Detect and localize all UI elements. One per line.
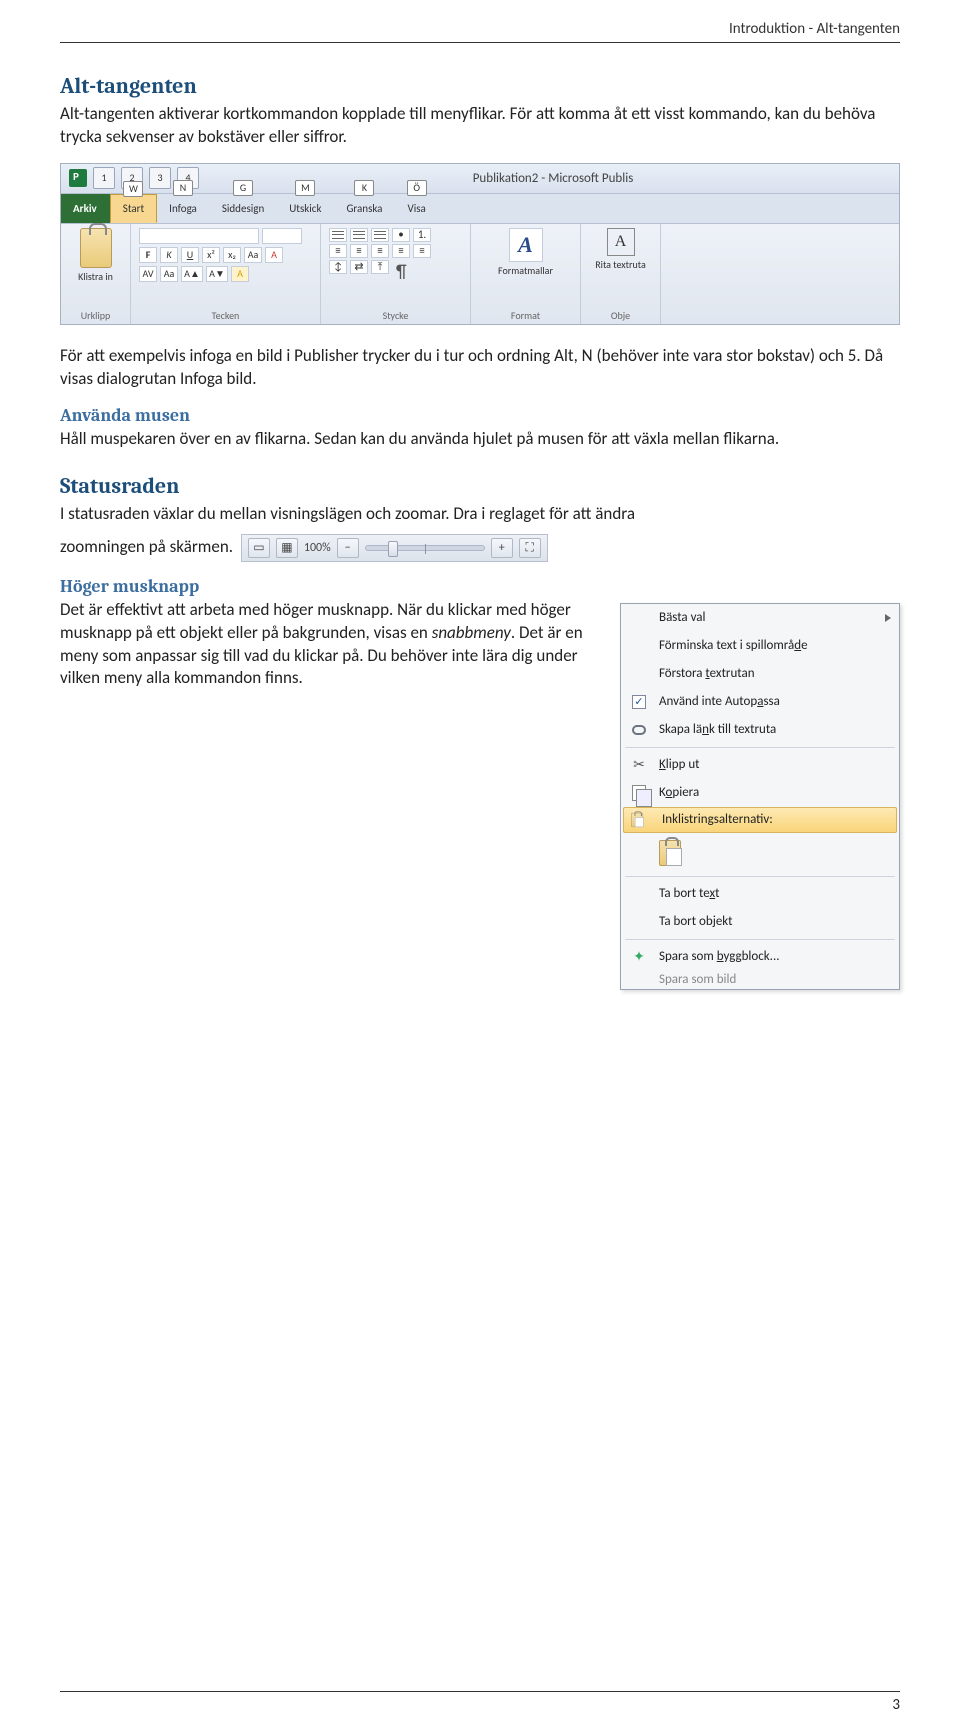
- group-objekt: A Rita textruta Obje: [581, 224, 661, 324]
- ctx-forstora: Förstora textrutan: [621, 660, 899, 688]
- ctx-spara-byggblock: ✦ Spara som byggblock...: [621, 943, 899, 971]
- view-single-icon: ▭: [248, 538, 270, 558]
- ctx-klipp-ut: ✂ Klipp ut: [621, 751, 899, 779]
- ctx-separator: [625, 876, 895, 877]
- page-header: Introduktion - Alt-tangenten: [60, 20, 900, 43]
- group-stycke: • 1. ≡≡≡≡≡ ↕⇄⤒ ¶ Stycke: [321, 224, 471, 324]
- para-hoger: Det är effektivt att arbeta med höger mu…: [60, 599, 602, 691]
- publisher-app-icon: [69, 169, 87, 187]
- zoom-level: 100%: [304, 540, 331, 556]
- paste-button: Klistra in: [69, 228, 122, 283]
- tab-infoga: NInfoga: [157, 194, 210, 223]
- ctx-paste-option: [621, 833, 899, 873]
- page-number: 3: [892, 1696, 900, 1714]
- para-alt-intro: Alt-tangenten aktiverar kortkommandon ko…: [60, 103, 900, 149]
- statusbar-screenshot: ▭ ▦ 100% − + ⛶: [241, 534, 548, 562]
- building-block-icon: ✦: [627, 948, 651, 965]
- zoom-out-button: −: [337, 538, 359, 558]
- context-menu-screenshot: Bästa val Förminska text i spillområde F…: [620, 603, 900, 990]
- ctx-separator: [625, 747, 895, 748]
- tab-arkiv: Arkiv: [61, 194, 110, 223]
- group-format: A Formatmallar Format: [471, 224, 581, 324]
- ctx-kopiera: Kopiera: [621, 779, 899, 807]
- ctx-forminska: Förminska text i spillområde: [621, 632, 899, 660]
- styles-icon: A: [509, 228, 543, 262]
- ribbon-tabs: Arkiv WStart NInfoga GSiddesign MUtskick…: [61, 194, 899, 224]
- ctx-separator: [625, 939, 895, 940]
- pilcrow-icon: ¶: [392, 260, 411, 282]
- page-footer: 3: [60, 1691, 900, 1714]
- scissors-icon: ✂: [627, 756, 651, 773]
- ctx-skapa-lank: Skapa länk till textruta: [621, 716, 899, 744]
- fit-page-icon: ⛶: [519, 538, 541, 558]
- para-alt-example: För att exempelvis infoga en bild i Publ…: [60, 345, 900, 391]
- textbox-icon: A: [607, 228, 635, 256]
- group-tecken: FKU x²x₂AaA AVAaA▲A▼A Tecken: [131, 224, 321, 324]
- group-urklipp: Klistra in Urklipp: [61, 224, 131, 324]
- tab-siddesign: GSiddesign: [210, 194, 277, 223]
- tab-visa: ÖVisa: [395, 194, 438, 223]
- ctx-ta-bort-text: Ta bort text: [621, 880, 899, 908]
- ribbon-screenshot: 1 2 3 4 Publikation2 - Microsoft Publis …: [60, 163, 900, 325]
- ctx-basta-val: Bästa val: [621, 604, 899, 632]
- ctx-autopassa: ✓ Använd inte Autopassa: [621, 688, 899, 716]
- heading-alt-tangenten: Alt-tangenten: [60, 73, 900, 99]
- tab-utskick: MUtskick: [277, 194, 334, 223]
- qat-key-3: 3: [149, 167, 171, 189]
- ctx-ta-bort-objekt: Ta bort objekt: [621, 908, 899, 936]
- para-mus: Håll muspekaren över en av flikarna. Sed…: [60, 428, 900, 451]
- paste-option-icon: [659, 840, 681, 866]
- zoom-in-button: +: [491, 538, 513, 558]
- clipboard-icon: [80, 228, 112, 268]
- submenu-arrow-icon: [885, 614, 891, 622]
- ctx-spara-bild-cut: Spara som bild: [621, 971, 899, 989]
- link-icon: [632, 725, 646, 735]
- ctx-inklistring: Inklistringsalternativ:: [623, 807, 897, 833]
- qat-key-1: 1: [93, 167, 115, 189]
- check-icon: ✓: [632, 695, 646, 709]
- zoom-slider: [365, 545, 485, 551]
- copy-icon: [632, 785, 646, 801]
- heading-statusraden: Statusraden: [60, 473, 900, 499]
- tab-start: WStart: [110, 194, 157, 223]
- para-status-2: zoomningen på skärmen. ▭ ▦ 100% − + ⛶: [60, 534, 900, 562]
- view-multi-icon: ▦: [276, 538, 298, 558]
- tab-granska: KGranska: [334, 194, 395, 223]
- para-status-1: I statusraden växlar du mellan visningsl…: [60, 503, 900, 526]
- heading-hoger-musknapp: Höger musknapp: [60, 576, 900, 597]
- heading-anvanda-musen: Använda musen: [60, 405, 900, 426]
- paste-icon: [631, 812, 643, 826]
- ribbon-body: Klistra in Urklipp FKU x²x₂AaA AVAaA▲A▼A…: [61, 224, 899, 324]
